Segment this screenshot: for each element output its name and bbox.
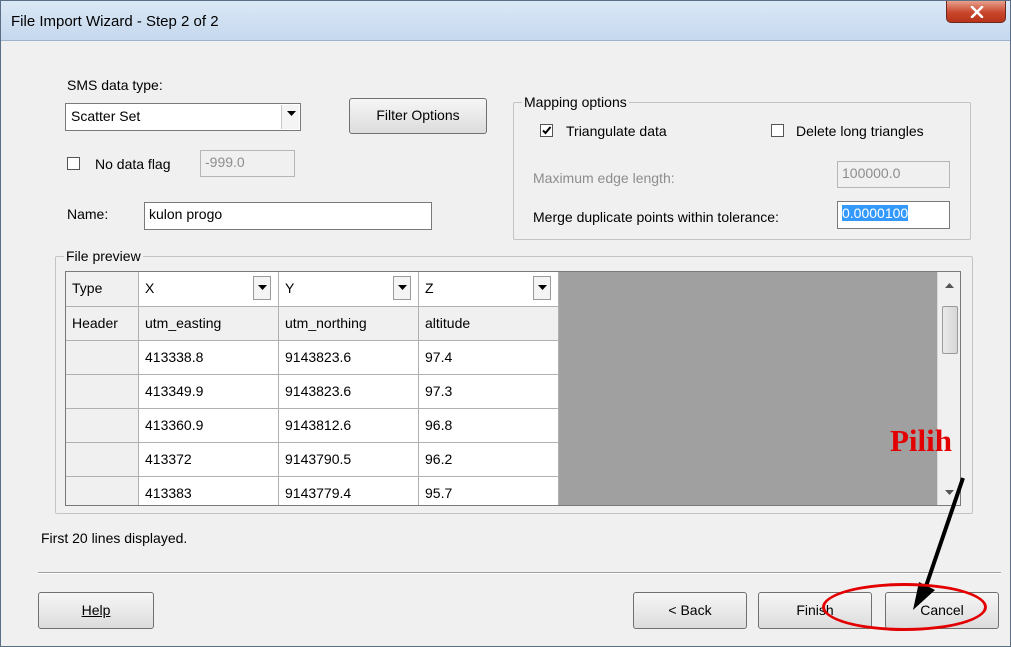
table-cell: 9143779.4 <box>279 477 419 505</box>
table-cell: 413360.9 <box>139 409 279 443</box>
close-icon <box>970 6 984 18</box>
delete-long-triangles-label: Delete long triangles <box>796 123 924 139</box>
max-edge-field[interactable]: 100000.0 <box>837 161 950 188</box>
no-data-field[interactable]: -999.0 <box>200 150 295 177</box>
dialog-window: File Import Wizard - Step 2 of 2 SMS dat… <box>0 0 1011 647</box>
header-corner-cell: Header <box>66 307 139 341</box>
table-cell: 96.2 <box>419 443 559 477</box>
triangulate-checkbox[interactable] <box>540 124 553 137</box>
table-cell: 413383 <box>139 477 279 505</box>
window-title: File Import Wizard - Step 2 of 2 <box>11 13 219 30</box>
row-header-cell <box>66 341 139 375</box>
row-header-cell <box>66 443 139 477</box>
triangulate-label: Triangulate data <box>566 123 667 139</box>
file-preview-legend: File preview <box>64 248 143 264</box>
table-cell: 9143823.6 <box>279 375 419 409</box>
scroll-thumb[interactable] <box>942 306 958 354</box>
dropdown-arrow-icon[interactable] <box>281 105 299 129</box>
row-header-cell <box>66 375 139 409</box>
row-header-cell <box>66 409 139 443</box>
help-button[interactable]: Help <box>38 592 154 629</box>
close-button[interactable] <box>946 1 1006 23</box>
table-cell: 96.8 <box>419 409 559 443</box>
delete-long-triangles-checkbox[interactable] <box>771 124 784 137</box>
table-cell: 413372 <box>139 443 279 477</box>
column-header-z: altitude <box>419 307 559 341</box>
no-data-checkbox[interactable] <box>67 157 80 170</box>
merge-tolerance-field[interactable]: 0.0000100 <box>837 201 950 229</box>
mapping-options-legend: Mapping options <box>522 94 629 110</box>
column-x-dropdown-icon[interactable] <box>253 276 271 300</box>
name-label: Name: <box>67 206 109 222</box>
annotation-label: Pilih <box>890 423 953 458</box>
table-cell: 9143823.6 <box>279 341 419 375</box>
column-header-x: utm_easting <box>139 307 279 341</box>
data-type-label: SMS data type: <box>67 77 163 93</box>
name-field[interactable]: kulon progo <box>144 202 432 230</box>
column-type-y-value: Y <box>285 280 295 296</box>
row-header-cell <box>66 477 139 505</box>
column-type-z-value: Z <box>425 280 434 296</box>
preview-footer-text: First 20 lines displayed. <box>41 530 188 546</box>
table-cell: 95.7 <box>419 477 559 505</box>
type-corner-cell: Type <box>66 272 139 307</box>
column-header-y: utm_northing <box>279 307 419 341</box>
preview-grid[interactable]: Type X Y Z Header utm_easting utm_northi… <box>65 271 961 506</box>
merge-tolerance-value: 0.0000100 <box>842 205 909 221</box>
table-cell: 97.3 <box>419 375 559 409</box>
data-type-value: Scatter Set <box>71 108 141 124</box>
divider <box>38 572 1001 574</box>
merge-tolerance-label: Merge duplicate points within tolerance: <box>533 209 779 225</box>
scroll-up-icon[interactable] <box>945 283 954 289</box>
table-cell: 9143790.5 <box>279 443 419 477</box>
table-cell: 413338.8 <box>139 341 279 375</box>
table-cell: 413349.9 <box>139 375 279 409</box>
table-cell: 97.4 <box>419 341 559 375</box>
column-type-x-value: X <box>145 280 155 296</box>
column-y-dropdown-icon[interactable] <box>393 276 411 300</box>
no-data-label: No data flag <box>95 156 171 172</box>
column-z-dropdown-icon[interactable] <box>533 276 551 300</box>
filter-options-button[interactable]: Filter Options <box>349 98 487 134</box>
checkmark-icon <box>542 126 552 135</box>
annotation-highlight-ellipse <box>822 583 987 631</box>
back-button[interactable]: < Back <box>633 592 747 629</box>
table-cell: 9143812.6 <box>279 409 419 443</box>
data-type-select[interactable]: Scatter Set <box>65 103 301 131</box>
max-edge-label: Maximum edge length: <box>533 170 675 186</box>
title-bar: File Import Wizard - Step 2 of 2 <box>1 1 1010 41</box>
